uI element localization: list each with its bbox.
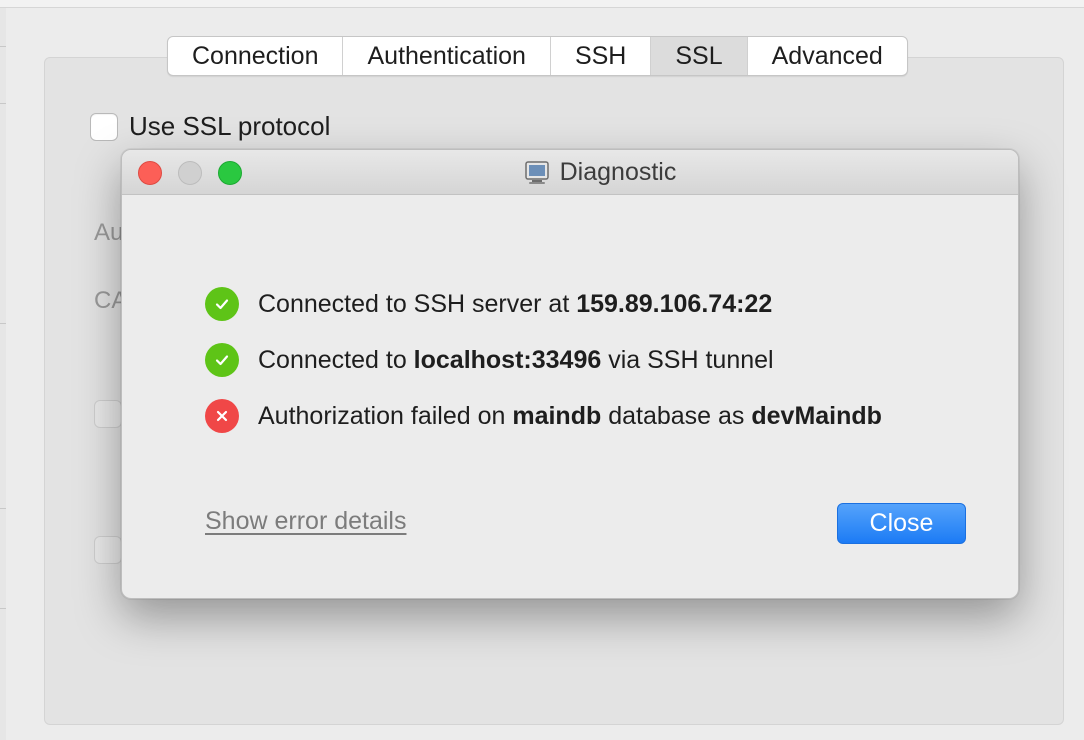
tab-bar: Connection Authentication SSH SSL Advanc… [167,36,908,76]
dialog-titlebar: Diagnostic [122,150,1018,195]
diagnostic-dialog: Diagnostic Connected to SSH server at 15… [121,149,1019,599]
message-text: Authorization failed on maindb database … [258,401,882,430]
parent-window-top-edge [0,0,1084,8]
message-tunnel-connected: Connected to localhost:33496 via SSH tun… [205,332,882,388]
diagnostic-messages: Connected to SSH server at 159.89.106.74… [205,276,882,444]
success-check-icon [205,287,239,321]
message-ssh-connected: Connected to SSH server at 159.89.106.74… [205,276,882,332]
close-button[interactable]: Close [837,503,966,544]
tab-authentication[interactable]: Authentication [343,37,551,75]
tab-advanced[interactable]: Advanced [748,37,907,75]
message-text: Connected to localhost:33496 via SSH tun… [258,345,774,374]
tab-connection[interactable]: Connection [168,37,344,75]
use-ssl-label: Use SSL protocol [129,111,331,141]
message-auth-failed: Authorization failed on maindb database … [205,388,882,444]
use-ssl-option[interactable]: Use SSL protocol [90,111,330,142]
auth-field-label: Au [94,219,124,246]
message-text: Connected to SSH server at 159.89.106.74… [258,289,773,318]
background-checkbox-1[interactable] [94,400,122,428]
error-x-icon [205,399,239,433]
monitor-icon [524,160,549,184]
show-error-details-link[interactable]: Show error details [205,507,406,536]
tab-ssh[interactable]: SSH [551,37,652,75]
success-check-icon [205,343,239,377]
dialog-title-text: Diagnostic [559,158,677,186]
dialog-title: Diagnostic [122,150,1018,195]
tab-ssl[interactable]: SSL [651,37,748,75]
background-window-edge [0,8,6,740]
background-checkbox-2[interactable] [94,536,122,564]
use-ssl-checkbox[interactable] [90,112,118,141]
